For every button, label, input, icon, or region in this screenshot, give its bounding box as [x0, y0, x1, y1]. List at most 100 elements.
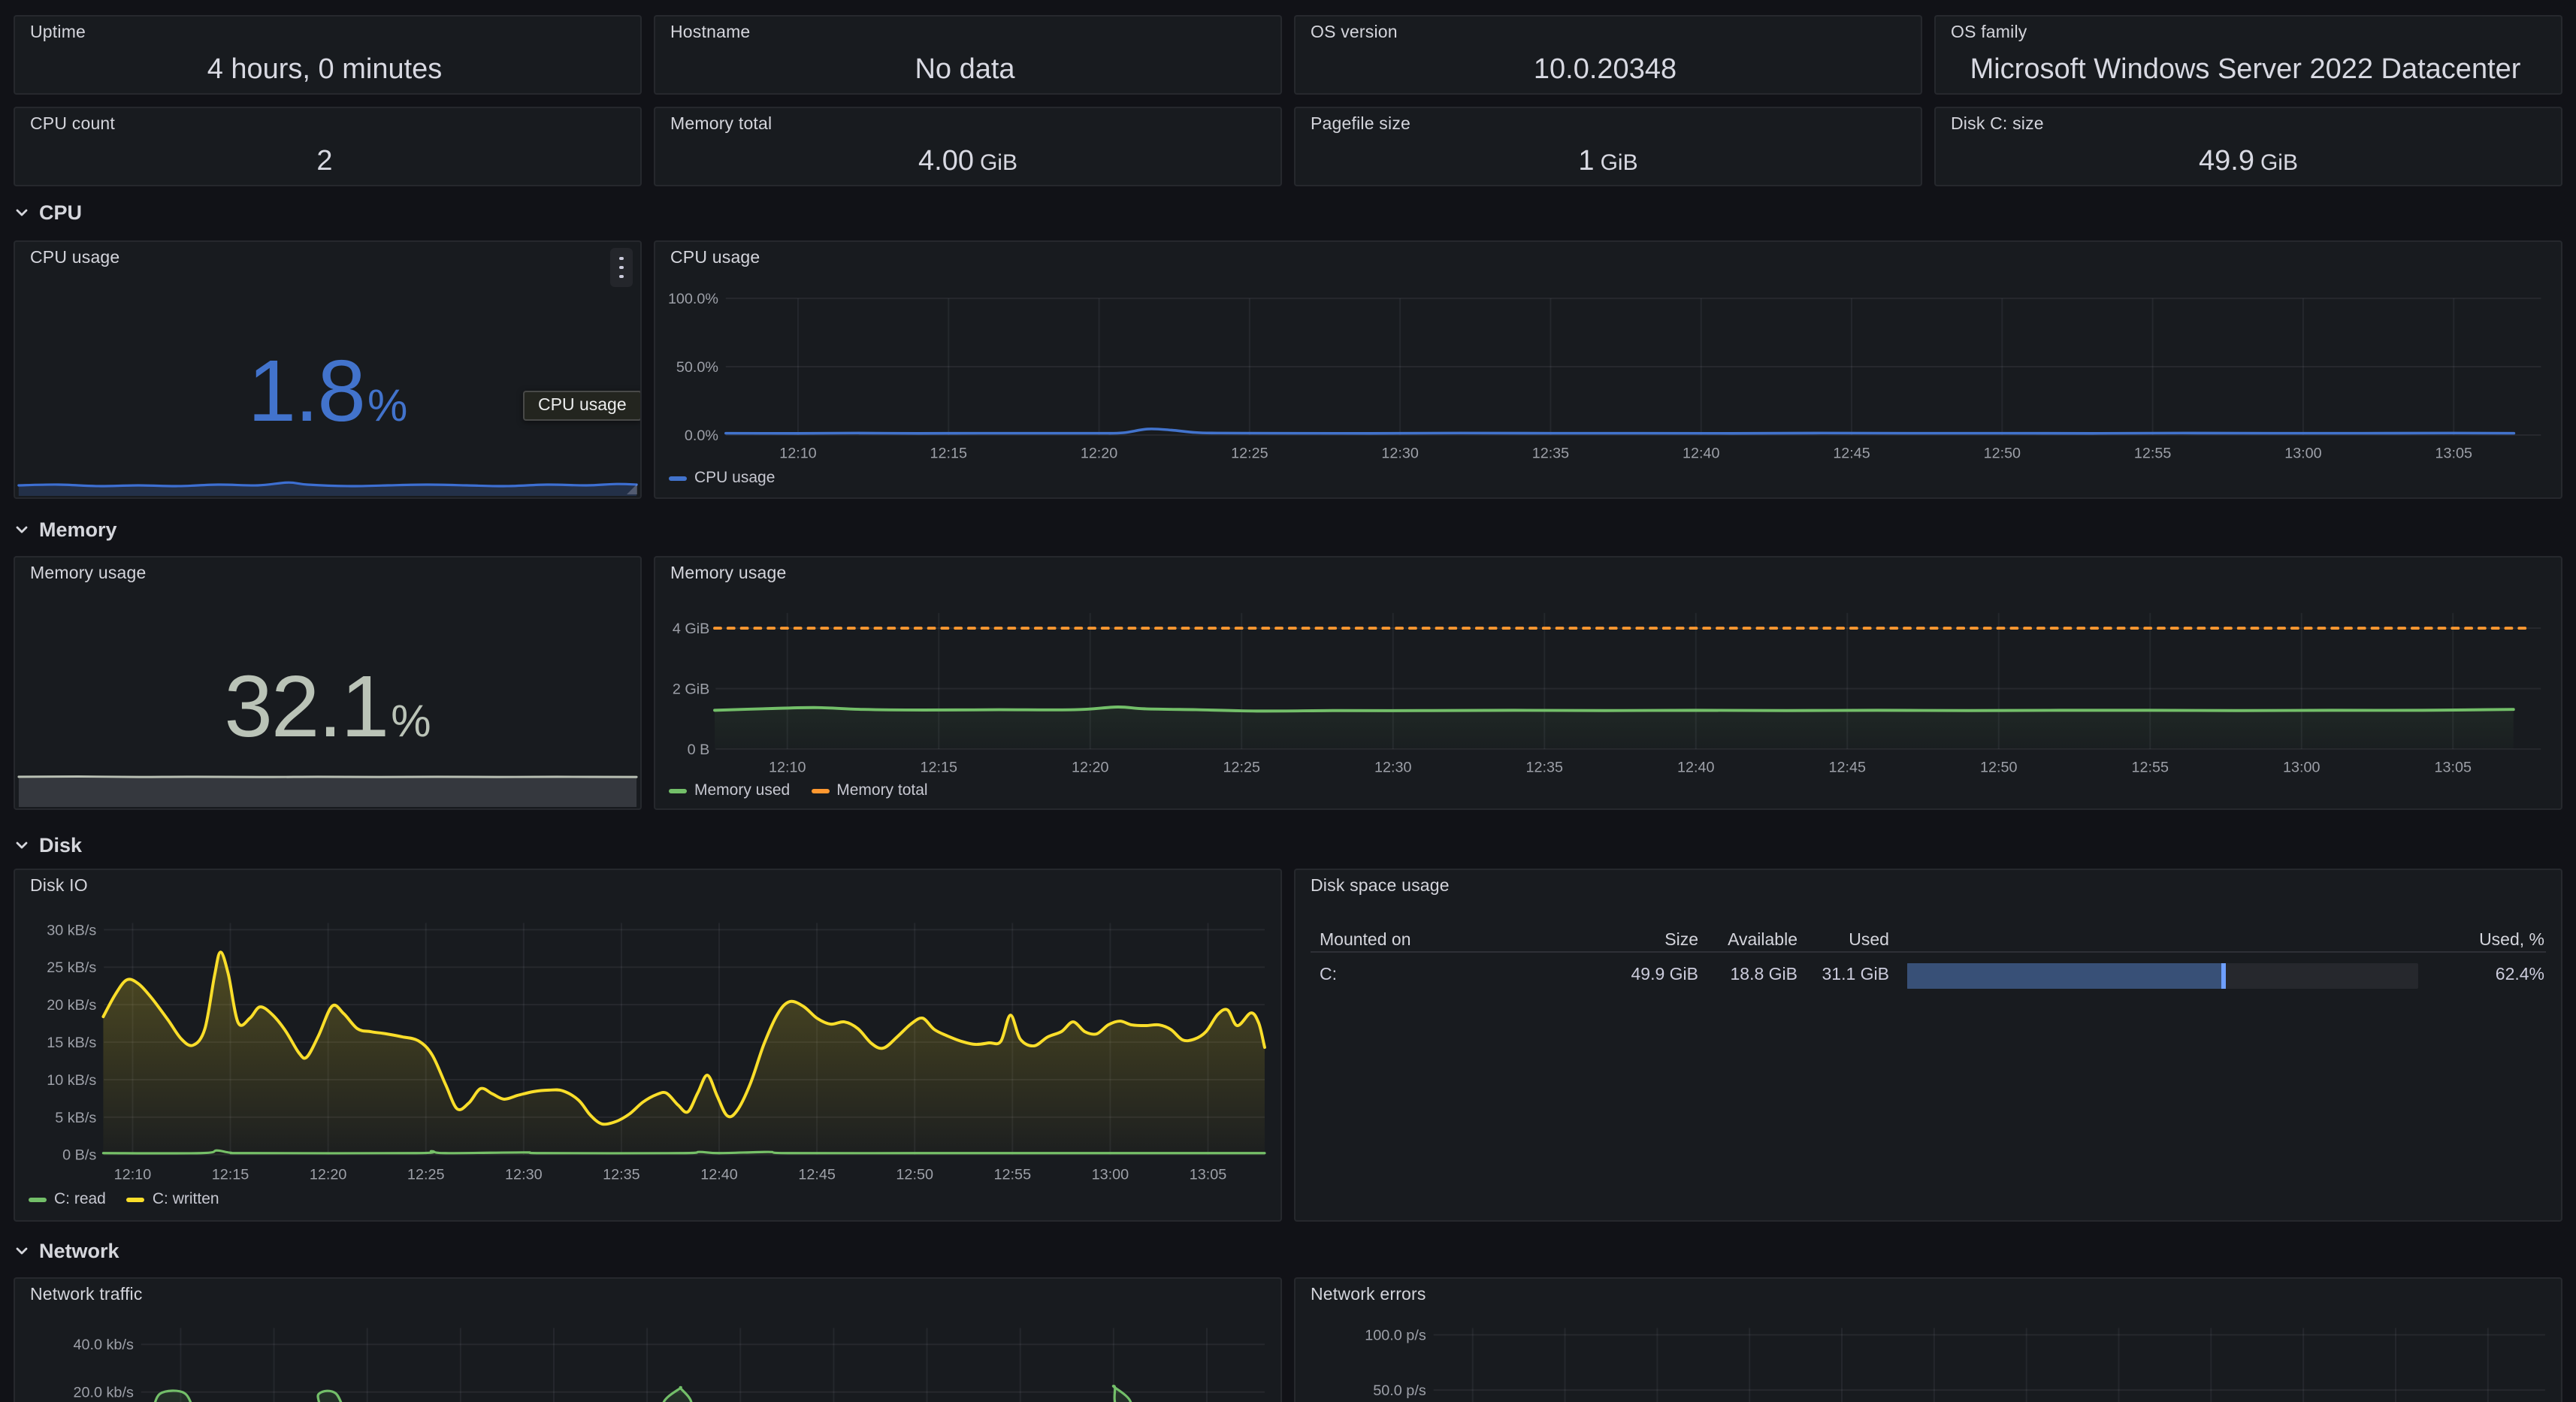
panel-title[interactable]: Memory usage: [670, 565, 787, 583]
disk-space-usage-panel: Disk space usage Mounted on Size Availab…: [1294, 869, 2562, 1222]
chart-legend: C: read C: written: [29, 1190, 219, 1208]
panel-title[interactable]: Hostname: [670, 24, 750, 42]
grafana-dashboard: Uptime 4 hours, 0 minutes Hostname No da…: [0, 0, 2576, 1402]
legend-series-label: C: read: [54, 1190, 106, 1208]
disk-usage-bar-edge: [2221, 963, 2226, 989]
cpu-usage-chart-panel: CPU usage 100.0%50.0%0.0%12:1012:1512:20…: [654, 240, 2562, 499]
svg-text:2 GiB: 2 GiB: [673, 681, 709, 697]
svg-text:12:45: 12:45: [1833, 446, 1870, 462]
legend-item[interactable]: CPU usage: [669, 469, 775, 487]
panel-title[interactable]: Disk C: size: [1951, 116, 2044, 134]
panel-title[interactable]: Pagefile size: [1311, 116, 1410, 134]
svg-text:5 kB/s: 5 kB/s: [55, 1110, 96, 1126]
svg-text:13:05: 13:05: [2435, 446, 2472, 462]
memory-usage-stat-panel: Memory usage 32.1%: [14, 556, 642, 810]
panel-title[interactable]: Disk space usage: [1311, 878, 1450, 896]
legend-item[interactable]: C: read: [29, 1190, 106, 1208]
stat-panel-os-family: OS family Microsoft Windows Server 2022 …: [1934, 15, 2562, 95]
stat-value: 49.9GiB: [1936, 144, 2561, 180]
svg-text:12:25: 12:25: [1223, 760, 1260, 776]
svg-text:12:15: 12:15: [930, 446, 967, 462]
svg-text:50.0 p/s: 50.0 p/s: [1373, 1382, 1426, 1399]
stat-panel-hostname: Hostname No data: [654, 15, 1282, 95]
svg-text:12:30: 12:30: [1374, 760, 1411, 776]
legend-series-label: Memory used: [694, 781, 790, 799]
svg-text:12:15: 12:15: [212, 1166, 249, 1183]
legend-series-color: [669, 788, 687, 793]
stat-value: 2: [15, 144, 640, 180]
svg-text:12:25: 12:25: [1231, 446, 1268, 462]
panel-title[interactable]: Memory total: [670, 116, 772, 134]
cpu-usage-chart[interactable]: 100.0%50.0%0.0%12:1012:1512:2012:2512:30…: [655, 242, 2561, 497]
panel-title[interactable]: OS family: [1951, 24, 2027, 42]
panel-title[interactable]: Memory usage: [30, 565, 147, 583]
chevron-down-icon: [14, 836, 30, 853]
svg-text:12:40: 12:40: [1683, 446, 1719, 462]
cpu-usage-stat-panel: CPU usage 1.8% CPU usage: [14, 240, 642, 499]
stat-value: Microsoft Windows Server 2022 Datacenter: [1936, 53, 2561, 89]
panel-title[interactable]: Network errors: [1311, 1286, 1426, 1304]
stat-value: 1GiB: [1296, 144, 1921, 180]
panel-title[interactable]: CPU usage: [30, 249, 119, 267]
panel-menu-icon[interactable]: [610, 248, 633, 287]
disk-io-chart[interactable]: 30 kB/s25 kB/s20 kB/s15 kB/s10 kB/s5 kB/…: [15, 870, 1280, 1220]
panel-title[interactable]: Uptime: [30, 24, 86, 42]
stat-panel-cpu-count: CPU count 2: [14, 107, 642, 186]
network-errors-chart-panel: Network errors 100.0 p/s50.0 p/s: [1294, 1277, 2562, 1402]
legend-item[interactable]: Memory total: [811, 781, 927, 799]
network-errors-chart[interactable]: 100.0 p/s50.0 p/s: [1296, 1279, 2561, 1402]
stat-value: No data: [655, 53, 1280, 89]
panel-title[interactable]: Disk IO: [30, 878, 88, 896]
svg-text:10 kB/s: 10 kB/s: [47, 1072, 96, 1089]
svg-text:15 kB/s: 15 kB/s: [47, 1035, 96, 1051]
svg-text:12:45: 12:45: [798, 1166, 836, 1183]
panel-title[interactable]: CPU usage: [670, 249, 760, 267]
svg-text:12:10: 12:10: [769, 760, 806, 776]
section-header-cpu[interactable]: CPU: [14, 197, 82, 227]
cell-used: 31.1 GiB: [1739, 963, 1889, 987]
panel-resize-handle[interactable]: [627, 484, 637, 494]
section-title: Disk: [39, 833, 82, 856]
svg-text:12:20: 12:20: [1081, 446, 1117, 462]
section-header-network[interactable]: Network: [14, 1235, 119, 1265]
network-traffic-chart[interactable]: 40.0 kb/s20.0 kb/s: [15, 1279, 1280, 1402]
svg-text:12:25: 12:25: [407, 1166, 445, 1183]
svg-text:30 kB/s: 30 kB/s: [47, 922, 96, 938]
table-header-used-pct[interactable]: Used, %: [2394, 929, 2544, 953]
svg-text:12:55: 12:55: [994, 1166, 1032, 1183]
section-title: Network: [39, 1239, 119, 1261]
section-header-memory[interactable]: Memory: [14, 514, 117, 544]
cell-used-pct: 62.4%: [2394, 963, 2544, 987]
svg-text:20 kB/s: 20 kB/s: [47, 997, 96, 1014]
svg-text:12:15: 12:15: [921, 760, 957, 776]
section-header-disk[interactable]: Disk: [14, 829, 82, 860]
svg-text:13:00: 13:00: [2284, 446, 2321, 462]
memory-usage-chart[interactable]: 4 GiB2 GiB0 B12:1012:1512:2012:2512:3012…: [655, 557, 2561, 808]
svg-text:40.0 kb/s: 40.0 kb/s: [73, 1337, 133, 1353]
chart-legend: CPU usage: [669, 469, 775, 487]
stat-panel-memory-total: Memory total 4.00GiB: [654, 107, 1282, 186]
panel-title[interactable]: CPU count: [30, 116, 115, 134]
svg-text:100.0%: 100.0%: [668, 291, 718, 307]
svg-text:12:45: 12:45: [1829, 760, 1866, 776]
network-traffic-chart-panel: Network traffic 40.0 kb/s20.0 kb/s: [14, 1277, 1282, 1402]
svg-text:12:35: 12:35: [1526, 760, 1563, 776]
stat-panel-uptime: Uptime 4 hours, 0 minutes: [14, 15, 642, 95]
svg-text:4 GiB: 4 GiB: [673, 621, 709, 637]
panel-title[interactable]: OS version: [1311, 24, 1398, 42]
table-header-used[interactable]: Used: [1739, 929, 1889, 953]
svg-text:50.0%: 50.0%: [676, 359, 718, 376]
svg-text:12:40: 12:40: [700, 1166, 738, 1183]
svg-text:13:00: 13:00: [1092, 1166, 1129, 1183]
legend-item[interactable]: C: written: [127, 1190, 219, 1208]
panel-title[interactable]: Network traffic: [30, 1286, 143, 1304]
svg-text:12:50: 12:50: [1980, 760, 2017, 776]
legend-series-color: [669, 476, 687, 480]
stat-value: 4.00GiB: [655, 144, 1280, 180]
legend-item[interactable]: Memory used: [669, 781, 790, 799]
svg-text:12:55: 12:55: [2134, 446, 2171, 462]
stat-panel-disk-c-size: Disk C: size 49.9GiB: [1934, 107, 2562, 186]
table-header-mounted-on[interactable]: Mounted on: [1320, 929, 1411, 953]
stat-panel-os-version: OS version 10.0.20348: [1294, 15, 1922, 95]
section-title: CPU: [39, 201, 82, 223]
